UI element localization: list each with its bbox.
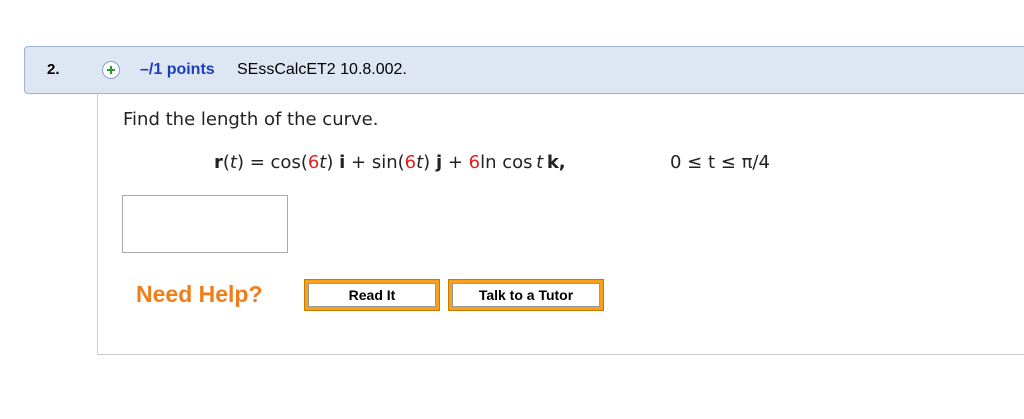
eq-part: ) bbox=[326, 152, 334, 173]
plus-circle-icon[interactable] bbox=[102, 61, 120, 79]
eq-part: ) bbox=[423, 152, 431, 173]
read-it-button[interactable]: Read It bbox=[304, 279, 440, 311]
eq-i: i bbox=[339, 152, 346, 173]
question-number: 2. bbox=[47, 61, 60, 78]
range-t: t bbox=[707, 152, 716, 173]
question-page: 2. –/1 points SEssCalcET2 10.8.002. Find… bbox=[0, 0, 1024, 419]
eq-k: k, bbox=[546, 152, 566, 173]
eq-r: r bbox=[214, 152, 223, 173]
eq-coef: 6 bbox=[404, 152, 417, 173]
eq-part: ln cos bbox=[480, 152, 533, 173]
range-part: ≤ π/4 bbox=[715, 152, 770, 173]
eq-t: t bbox=[536, 152, 544, 173]
eq-part: ) = cos( bbox=[236, 152, 308, 173]
answer-input[interactable] bbox=[122, 195, 288, 253]
read-it-label: Read It bbox=[308, 283, 436, 307]
eq-part: ( bbox=[222, 152, 230, 173]
problem-code: SEssCalcET2 10.8.002. bbox=[237, 61, 407, 78]
parameter-range: 0 ≤ t ≤ π/4 bbox=[670, 152, 770, 173]
question-header: 2. –/1 points SEssCalcET2 10.8.002. bbox=[24, 46, 1024, 94]
eq-coef: 6 bbox=[307, 152, 320, 173]
curve-equation: r(t) = cos(6t) i + sin(6t) j + 6ln cos t… bbox=[214, 152, 566, 173]
points-label: –/1 points bbox=[140, 61, 215, 78]
talk-to-tutor-button[interactable]: Talk to a Tutor bbox=[448, 279, 604, 311]
talk-to-tutor-label: Talk to a Tutor bbox=[452, 283, 600, 307]
range-part: 0 ≤ bbox=[670, 152, 708, 173]
eq-part: + bbox=[447, 152, 463, 173]
eq-part: + sin( bbox=[351, 152, 405, 173]
question-prompt: Find the length of the curve. bbox=[123, 109, 379, 130]
eq-j: j bbox=[435, 152, 443, 173]
eq-coef: 6 bbox=[468, 152, 481, 173]
eq-t: t bbox=[229, 152, 237, 173]
need-help-label: Need Help? bbox=[136, 281, 263, 307]
